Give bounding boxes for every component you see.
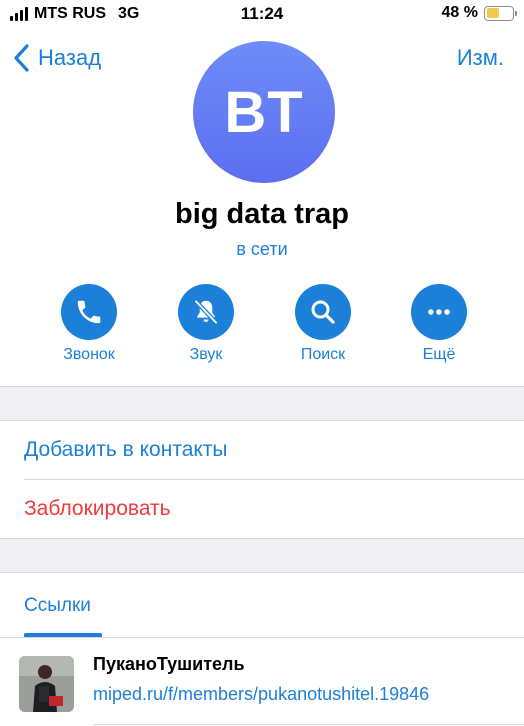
back-label: Назад xyxy=(38,45,102,70)
row-divider xyxy=(93,724,524,725)
chevron-left-icon xyxy=(14,44,29,72)
battery-icon xyxy=(484,5,517,21)
block-user-button[interactable]: Заблокировать xyxy=(0,480,524,538)
mute-button[interactable]: Звук xyxy=(156,284,256,364)
call-button[interactable]: Звонок xyxy=(39,284,139,364)
edit-button[interactable]: Изм. xyxy=(457,45,504,71)
link-title: ПуканоТушитель xyxy=(93,654,245,674)
mute-label: Звук xyxy=(189,346,223,363)
search-button[interactable]: Поиск xyxy=(273,284,373,364)
list-item[interactable]: ПуканоТушитель miped.ru/f/members/pukano… xyxy=(0,644,524,726)
battery-fill xyxy=(486,8,499,18)
more-icon xyxy=(411,284,467,340)
search-label: Поиск xyxy=(300,346,346,363)
back-button[interactable]: Назад xyxy=(10,42,101,74)
battery-percent: 48 % xyxy=(441,4,478,21)
call-label: Звонок xyxy=(63,346,115,363)
status-right: 48 % xyxy=(441,4,517,22)
link-url[interactable]: miped.ru/f/members/pukanotushitel.19846 xyxy=(93,684,429,705)
add-to-contacts-button[interactable]: Добавить в контакты xyxy=(0,421,524,479)
link-thumbnail xyxy=(19,656,74,712)
more-button[interactable]: Ещё xyxy=(389,284,489,364)
search-icon xyxy=(295,284,351,340)
phone-icon xyxy=(61,284,117,340)
status-bar: MTS RUS 3G 11:24 48 % xyxy=(0,0,524,28)
section-separator xyxy=(0,386,524,421)
profile-name: big data trap xyxy=(174,198,349,230)
online-status: в сети xyxy=(236,239,288,259)
bell-muted-icon xyxy=(178,284,234,340)
more-label: Ещё xyxy=(422,346,456,363)
avatar[interactable]: BT xyxy=(193,41,335,183)
section-separator xyxy=(0,538,524,573)
tab-underline xyxy=(0,637,524,638)
tab-links[interactable]: Ссылки xyxy=(24,595,91,617)
